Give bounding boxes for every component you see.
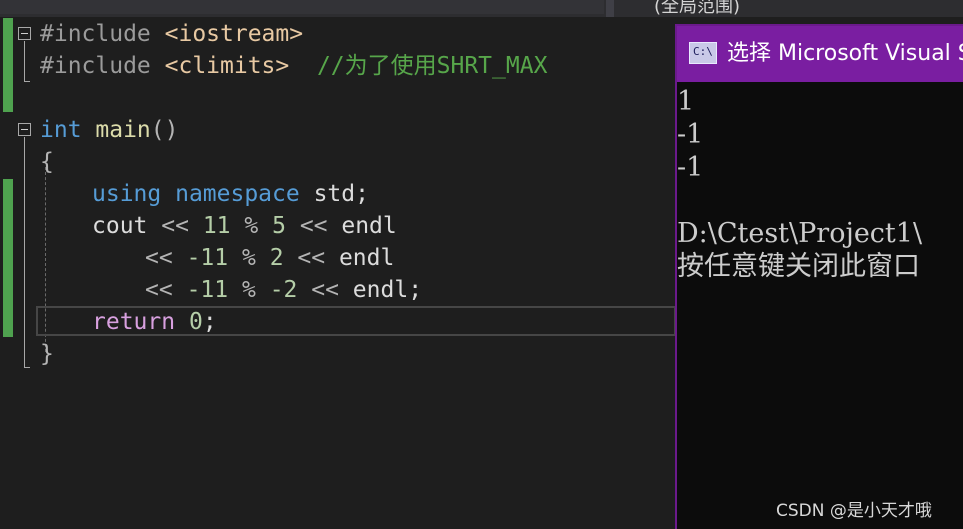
console-title-bar[interactable]: C:\ 选择 Microsoft Visual Studio 调试控制台 (677, 26, 963, 82)
operator: << (299, 213, 328, 239)
close-brace: } (40, 341, 54, 367)
top-bar: (全局范围) (0, 0, 963, 17)
operator: % (241, 245, 256, 271)
type-keyword: int (40, 117, 82, 143)
parens: () (150, 117, 179, 143)
code-line-2: #include <climits> //为了使用SHRT_MAX (40, 50, 547, 82)
using-keyword: using (92, 181, 162, 207)
endl: endl; (338, 277, 423, 303)
console-output-line: 1 (677, 86, 695, 117)
console-icon: C:\ (689, 42, 717, 64)
debug-console-window[interactable]: C:\ 选择 Microsoft Visual Studio 调试控制台 1 -… (675, 24, 963, 529)
operator: << (161, 213, 189, 239)
tab-strip (0, 0, 604, 14)
include-header: <iostream> (164, 21, 304, 47)
console-output-path: D:\Ctest\Project1\ (677, 218, 923, 249)
code-line-4: int main() (40, 114, 179, 146)
number: 5 (272, 213, 286, 239)
collapse-icon[interactable] (18, 27, 31, 40)
function-name: main (81, 117, 151, 143)
number: 2 (269, 245, 284, 271)
operator: % (241, 277, 256, 303)
watermark: CSDN @是小天才哦 (776, 501, 932, 521)
code-line-11: } (40, 338, 54, 370)
fold-line (24, 41, 25, 81)
code-editor[interactable]: #include <iostream> #include <climits> /… (0, 17, 676, 529)
console-output-prompt: 按任意键关闭此窗口 (677, 251, 920, 282)
semicolon: ; (202, 309, 217, 335)
number: 0 (188, 309, 203, 335)
operator: % (244, 213, 259, 239)
console-icon-text: C:\ (693, 45, 713, 58)
code-line-8: << -11 % 2 << endl (145, 242, 394, 274)
fold-end (24, 367, 30, 368)
operator: << (297, 245, 326, 271)
open-brace: { (40, 149, 54, 175)
number: -2 (269, 277, 298, 303)
endl: endl (325, 245, 395, 271)
operator: << (311, 277, 339, 303)
code-line-10: return 0; (92, 306, 217, 338)
directive: #include (40, 21, 165, 47)
code-line-6: using namespace std; (92, 178, 369, 210)
number: 11 (202, 213, 231, 239)
code-line-9: << -11 % -2 << endl; (145, 274, 422, 306)
cout: cout (92, 213, 162, 239)
number: -11 (186, 245, 229, 271)
operator: << (145, 277, 173, 303)
console-output-line: -1 (677, 119, 704, 150)
change-bar (3, 18, 13, 112)
code-line-5: { (40, 146, 54, 178)
namespace-name: std; (299, 181, 369, 207)
return-keyword: return (92, 309, 176, 335)
endl: endl (327, 213, 397, 239)
operator: << (145, 245, 173, 271)
code-line-7: cout << 11 % 5 << endl (92, 210, 397, 242)
include-header: <climits> (164, 53, 290, 79)
code-comment: //为了使用SHRT_MAX (289, 53, 548, 79)
dropdown-separator (606, 0, 614, 17)
number: -11 (186, 277, 229, 303)
scope-dropdown[interactable]: (全局范围) (654, 0, 740, 18)
namespace-keyword: namespace (161, 181, 300, 207)
console-output-line: -1 (677, 152, 704, 183)
collapse-icon[interactable] (18, 123, 31, 136)
code-line-1: #include <iostream> (40, 18, 303, 50)
fold-end (24, 81, 30, 82)
directive: #include (40, 53, 165, 79)
console-title: 选择 Microsoft Visual Studio 调试控制台 (727, 41, 963, 66)
change-bar (3, 179, 13, 337)
fold-line (24, 137, 25, 367)
